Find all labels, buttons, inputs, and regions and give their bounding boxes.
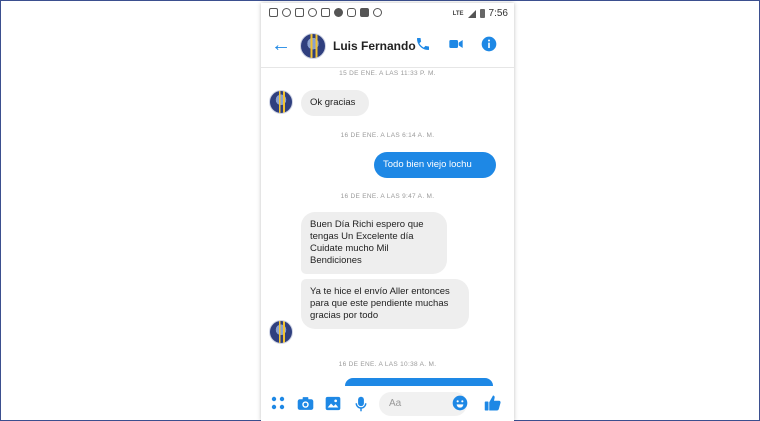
whatsapp-icon [282,8,291,17]
message-icon [269,8,278,17]
message-bubble-outgoing[interactable]: Todo bien viejo lochu [374,152,496,178]
video-call-icon[interactable] [447,36,465,57]
system-status: LTE 7:56 [453,8,508,19]
status-bar: LTE 7:56 [261,3,514,25]
info-icon[interactable] [481,36,497,57]
sender-avatar[interactable] [269,320,293,344]
messenger-icon [308,8,317,17]
message-bubble-incoming[interactable]: Ya te hice el envío Aller entonces para … [301,279,469,329]
thumbs-up-icon[interactable] [484,394,502,417]
message-input-placeholder: Aa [389,398,402,409]
emoji-icon[interactable] [452,395,468,416]
apps-grid-icon[interactable] [271,396,285,415]
timestamp: 16 DE ENE. A LAS 6:14 A. M. [340,132,435,139]
phone-screen: LTE 7:56 ← Luis Fernando 15 DE ENE. A LA… [261,3,514,421]
contact-name[interactable]: Luis Fernando [333,39,416,53]
phone-call-icon[interactable] [415,36,431,57]
messenger-icon [373,8,382,17]
tv-icon [321,8,330,17]
gallery-icon[interactable] [325,396,341,416]
timestamp: 16 DE ENE. A LAS 10:38 A. M. [338,361,437,368]
composer-bar: Aa [261,386,514,421]
instagram-icon [347,8,356,17]
message-bubble-incoming[interactable]: Buen Día Richi espero que tengas Un Exce… [301,212,447,274]
chat-icon [295,8,304,17]
gallery-icon [360,8,369,17]
message-bubble-outgoing-partial[interactable] [345,378,493,386]
camera-icon[interactable] [297,396,314,416]
clock: 7:56 [488,8,508,19]
message-bubble-incoming[interactable]: Ok gracias [301,90,369,116]
battery-icon [479,9,485,18]
chat-header: ← Luis Fernando [261,27,514,67]
back-arrow-icon[interactable]: ← [271,35,291,55]
sender-avatar[interactable] [269,90,293,114]
network-type: LTE [452,10,464,17]
signal-icon [467,9,476,18]
facebook-icon [334,8,343,17]
notification-icons [269,8,382,17]
header-divider [261,67,514,68]
timestamp: 15 DE ENE. A LAS 11:33 P. M. [339,70,436,77]
contact-avatar[interactable] [300,33,326,59]
microphone-icon[interactable] [355,396,367,417]
timestamp: 16 DE ENE. A LAS 9:47 A. M. [340,193,435,200]
